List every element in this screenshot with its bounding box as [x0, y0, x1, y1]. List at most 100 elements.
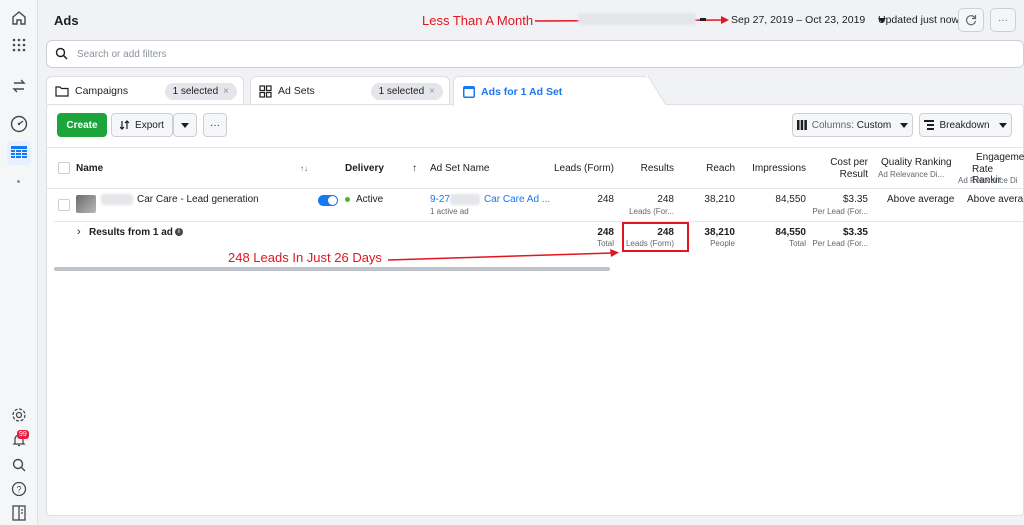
search-icon — [55, 47, 68, 60]
sort-arrow-icon[interactable]: ↑ — [412, 163, 417, 174]
page-title: Ads — [54, 13, 79, 28]
gauge-icon[interactable] — [9, 114, 29, 134]
ad-name[interactable]: Car Care - Lead generation — [137, 194, 259, 205]
row-engagement: Above avera — [967, 194, 1024, 205]
row-cost-sub: Per Lead (For... — [812, 207, 868, 216]
divider — [47, 147, 1024, 148]
swap-icon[interactable] — [9, 76, 29, 96]
horizontal-scrollbar[interactable] — [54, 267, 610, 271]
columns-value: Custom — [856, 119, 892, 131]
breakdown-label: Breakdown — [939, 119, 990, 131]
tab-campaigns[interactable]: Campaigns 1 selected × — [46, 76, 244, 105]
row-quality: Above average — [887, 194, 955, 205]
col-quality[interactable]: Quality Ranking — [881, 157, 952, 168]
delivery-status: Active — [345, 194, 383, 205]
ad-sets-grid-icon — [259, 84, 272, 98]
summary-label: Results from 1 ad i — [89, 227, 183, 238]
columns-prefix: Columns: — [811, 119, 854, 131]
row-cost: $3.35 — [842, 194, 868, 205]
redacted-account — [578, 13, 696, 25]
summary-cost: $3.35 — [842, 227, 868, 238]
tab-campaigns-label: Campaigns — [75, 85, 129, 97]
columns-button[interactable]: Columns: Custom — [792, 113, 913, 137]
col-cost-line2[interactable]: Result — [810, 169, 868, 180]
col-cost-line1[interactable]: Cost per — [810, 157, 868, 168]
annotation-less-than-month: Less Than A Month — [422, 13, 534, 28]
notification-badge: 99 — [17, 430, 29, 439]
col-reach[interactable]: Reach — [690, 163, 735, 174]
campaigns-selected-pill[interactable]: 1 selected × — [164, 82, 237, 100]
export-icon — [120, 120, 130, 130]
close-icon[interactable]: × — [223, 86, 229, 97]
annotation-248-leads: 248 Leads In Just 26 Days — [228, 250, 382, 265]
svg-text:?: ? — [16, 485, 21, 495]
tab-ad-sets[interactable]: Ad Sets 1 selected × — [250, 76, 450, 105]
col-engagement-sub: Ad Relevance Di — [958, 176, 1018, 185]
ad-icon — [463, 85, 475, 98]
export-button[interactable]: Export — [111, 113, 173, 137]
divider — [47, 188, 1024, 189]
info-icon[interactable]: i — [174, 228, 183, 237]
account-dash — [700, 18, 706, 21]
summary-impressions: 84,550 — [775, 227, 806, 238]
col-impressions[interactable]: Impressions — [740, 163, 806, 174]
annotation-arrow-bottom — [388, 249, 619, 261]
table-icon[interactable] — [7, 141, 31, 165]
export-dropdown-button[interactable] — [173, 113, 197, 137]
ad-sets-selected-pill[interactable]: 1 selected × — [370, 82, 443, 100]
close-icon[interactable]: × — [429, 86, 435, 97]
date-range-text: Sep 27, 2019 – Oct 23, 2019 — [731, 14, 866, 26]
annotation-highlight-box — [622, 222, 689, 252]
col-results[interactable]: Results — [620, 163, 674, 174]
col-delivery[interactable]: Delivery — [345, 163, 384, 174]
help-icon[interactable]: ? — [9, 479, 29, 499]
divider-dot — [17, 180, 20, 183]
sort-icon[interactable]: ↑↓ — [300, 164, 308, 173]
refresh-button[interactable] — [958, 8, 984, 32]
date-range-picker[interactable]: Sep 27, 2019 – Oct 23, 2019 — [731, 14, 887, 26]
tab-ad-sets-label: Ad Sets — [278, 85, 315, 97]
summary-reach-sub: People — [710, 239, 735, 248]
panel-icon[interactable] — [9, 503, 29, 523]
row-results-sub: Leads (For... — [629, 207, 674, 216]
ad-thumbnail — [76, 195, 96, 213]
home-icon[interactable] — [9, 8, 29, 28]
summary-leads-sub: Total — [597, 239, 614, 248]
expand-chevron-icon[interactable]: › — [77, 226, 81, 238]
col-leads[interactable]: Leads (Form) — [540, 163, 614, 174]
summary-leads: 248 — [597, 227, 614, 238]
header-more-button[interactable]: ··· — [990, 8, 1016, 32]
breakdown-icon — [924, 120, 935, 130]
updated-status: Updated just now — [878, 14, 960, 26]
summary-cost-sub: Per Lead (For... — [812, 239, 868, 248]
apps-grid-icon[interactable] — [9, 35, 29, 55]
col-ad-set-name[interactable]: Ad Set Name — [430, 163, 489, 174]
redacted-adset — [450, 194, 480, 205]
export-label: Export — [135, 119, 164, 131]
redacted-name — [101, 194, 133, 205]
search-input[interactable] — [77, 45, 677, 63]
chevron-down-icon — [998, 122, 1007, 128]
col-quality-sub: Ad Relevance Di... — [878, 170, 945, 179]
row-leads: 248 — [597, 194, 614, 205]
search-icon[interactable] — [9, 455, 29, 475]
folder-icon — [55, 86, 69, 97]
toolbar-more-button[interactable]: ··· — [203, 113, 227, 137]
active-dot — [345, 196, 350, 202]
select-all-checkbox[interactable] — [58, 162, 70, 174]
ad-set-link[interactable]: Car Care Ad ... — [484, 194, 550, 205]
row-impressions: 84,550 — [775, 194, 806, 205]
col-name[interactable]: Name — [76, 163, 103, 174]
ad-toggle[interactable] — [318, 195, 338, 206]
tab-ads[interactable]: Ads for 1 Ad Set — [453, 76, 649, 106]
create-button[interactable]: Create — [57, 113, 107, 137]
breakdown-button[interactable]: Breakdown — [919, 113, 1012, 137]
col-engagement-line1[interactable]: Engageme — [976, 152, 1024, 163]
row-checkbox[interactable] — [58, 199, 70, 211]
tab-ads-label: Ads for 1 Ad Set — [481, 85, 563, 98]
ads-table-panel — [46, 104, 1024, 516]
ad-set-link-prefix[interactable]: 9-27 — [430, 194, 450, 205]
settings-icon[interactable] — [9, 405, 29, 425]
divider — [54, 221, 1024, 222]
summary-impressions-sub: Total — [789, 239, 806, 248]
